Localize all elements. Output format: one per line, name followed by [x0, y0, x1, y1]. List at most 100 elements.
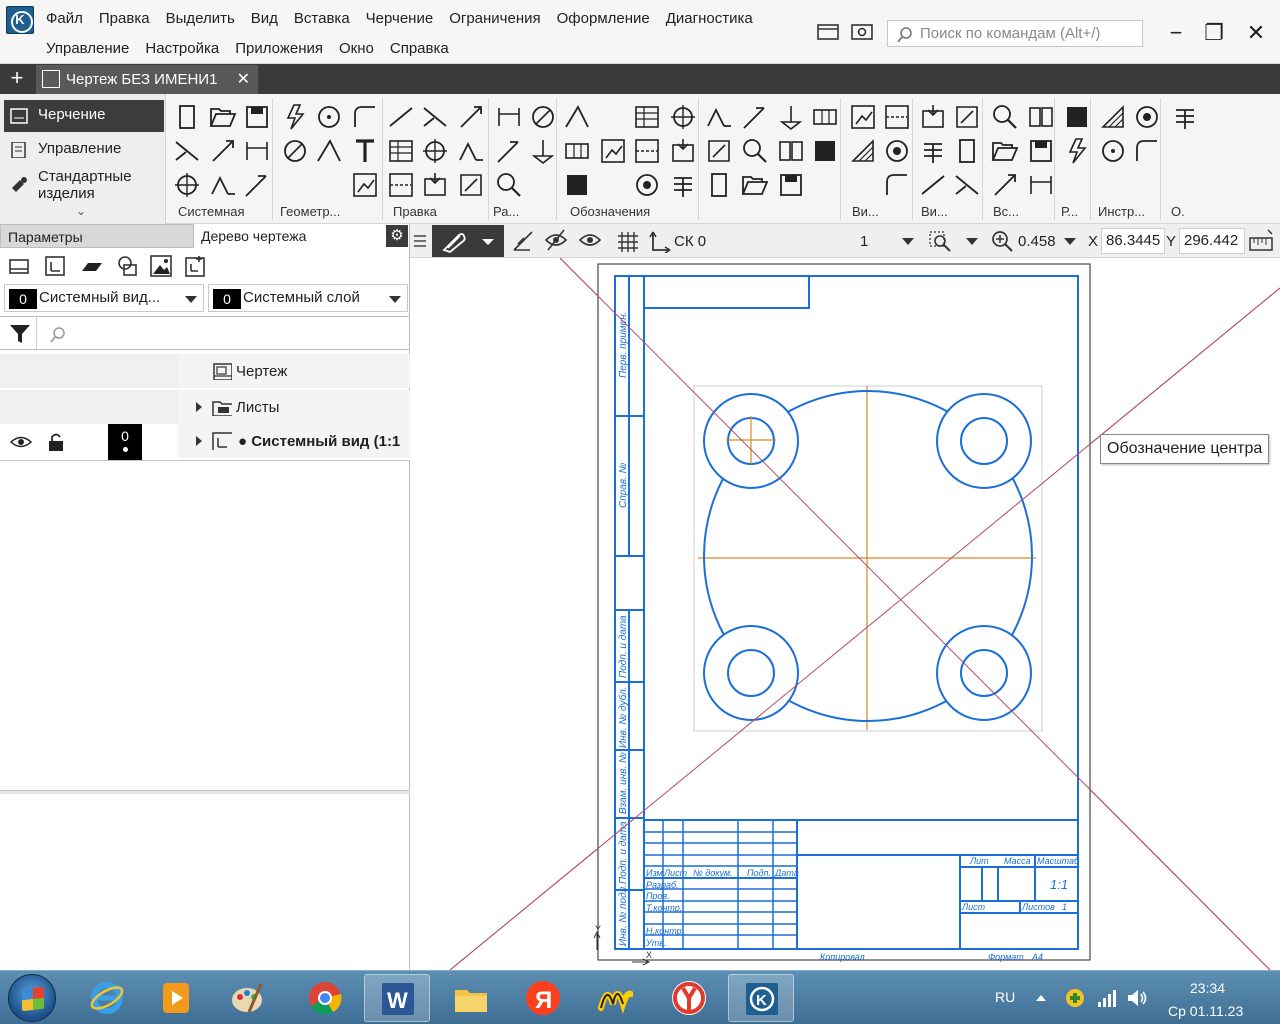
restore-button[interactable]: ❐ [1196, 18, 1232, 48]
tree-search-input[interactable] [70, 321, 400, 345]
fill-icon[interactable] [1098, 102, 1128, 132]
circle-center-icon[interactable] [1098, 136, 1128, 166]
text-icon[interactable] [350, 136, 380, 166]
taskbar-yandex-browser[interactable] [656, 974, 722, 1022]
menu-drafting[interactable]: Черчение [358, 8, 442, 30]
group-label-insert[interactable]: Вс... [993, 204, 1019, 219]
collapse-ribbon-icon[interactable]: ⌄ [76, 204, 86, 218]
show-eye-icon[interactable] [578, 234, 602, 246]
group-label-edit[interactable]: Правка [393, 204, 437, 219]
zoom-frame-icon[interactable] [928, 230, 952, 252]
minimize-button[interactable]: − [1158, 18, 1194, 48]
coordinate-system-icon[interactable] [648, 229, 672, 253]
insert-icon[interactable] [420, 170, 450, 200]
open-folder-icon[interactable] [740, 170, 770, 200]
taskbar-word[interactable]: W [364, 974, 430, 1022]
expand-arrow-icon[interactable] [196, 436, 202, 446]
insert-icon[interactable] [918, 102, 948, 132]
roughness-icon[interactable] [704, 102, 734, 132]
tray-expand-icon[interactable] [1034, 991, 1048, 1003]
save-icon[interactable] [776, 170, 806, 200]
menu-window[interactable]: Окно [331, 38, 382, 60]
close-tab-icon[interactable]: ✕ [237, 69, 250, 89]
view-icon[interactable] [9, 259, 29, 274]
menu-help[interactable]: Справка [382, 38, 457, 60]
visibility-eye-icon[interactable] [10, 434, 32, 450]
leader-icon[interactable] [494, 136, 524, 166]
clock-date[interactable]: Ср 01.11.23 [1168, 1003, 1243, 1019]
center-mark-icon[interactable] [172, 170, 202, 200]
spring-icon[interactable] [918, 136, 948, 166]
tolerance-icon[interactable] [562, 136, 592, 166]
tolerance-icon[interactable] [810, 102, 840, 132]
mode-standard-parts[interactable]: Стандартные изделия [4, 168, 164, 202]
measure-icon[interactable] [494, 170, 524, 200]
start-button[interactable] [8, 974, 56, 1022]
view-icon[interactable] [350, 170, 380, 200]
group-label-r[interactable]: Р... [1061, 204, 1078, 219]
gear-icon[interactable]: ⚙ [386, 225, 408, 247]
snap-toggle-button[interactable] [432, 225, 504, 257]
taskbar-kompas[interactable]: K [728, 974, 794, 1022]
center-mark-icon[interactable] [668, 102, 698, 132]
datum-icon[interactable] [528, 136, 558, 166]
gear-tool-icon[interactable] [1132, 102, 1162, 132]
table-icon[interactable] [632, 102, 662, 132]
group-label-designations[interactable]: Обозначения [570, 204, 650, 219]
measure-icon[interactable] [1248, 228, 1274, 254]
y-coordinate-field[interactable]: 296.442 [1179, 228, 1245, 254]
section-icon[interactable] [386, 170, 416, 200]
gear-tool-icon[interactable] [632, 170, 662, 200]
spring-icon[interactable] [1170, 102, 1200, 132]
block-icon[interactable] [810, 136, 840, 166]
circle-center-icon[interactable] [314, 102, 344, 132]
dimension-icon[interactable] [494, 102, 524, 132]
menu-applications[interactable]: Приложения [227, 38, 331, 60]
lock-icon[interactable] [46, 432, 66, 452]
taskbar-paint[interactable] [214, 974, 280, 1022]
group-label-system[interactable]: Системная [178, 204, 245, 219]
dimension-icon[interactable] [242, 136, 272, 166]
group-label-views[interactable]: Ви... [852, 204, 879, 219]
taskbar-yandex-music[interactable] [582, 974, 648, 1022]
save-icon[interactable] [242, 102, 272, 132]
measure-icon[interactable] [990, 102, 1020, 132]
tree-row-drawing[interactable]: Чертеж [0, 354, 410, 388]
taskbar-internet-explorer[interactable] [74, 974, 140, 1022]
volume-icon[interactable] [1126, 987, 1148, 1009]
fragment-icon[interactable] [704, 136, 734, 166]
view-icon[interactable] [598, 136, 628, 166]
mode-management[interactable]: Управление [4, 134, 164, 166]
menu-edit[interactable]: Правка [91, 8, 158, 30]
menu-constraints[interactable]: Ограничения [441, 8, 548, 30]
panel-layout-icon[interactable] [816, 22, 842, 44]
group-label-tools[interactable]: Инстр... [1098, 204, 1145, 219]
mode-drafting[interactable]: Черчение [4, 100, 164, 132]
panel-toggle-icon[interactable] [412, 232, 428, 250]
fillet-icon[interactable] [882, 170, 912, 200]
leader-icon[interactable] [740, 102, 770, 132]
lightning-icon[interactable] [1062, 136, 1092, 166]
measure-icon[interactable] [740, 136, 770, 166]
image-icon[interactable] [150, 255, 172, 277]
new-document-icon[interactable] [172, 102, 202, 132]
drawing-sheet[interactable]: Перв. примен. Справ. № Подп. и дата Инв.… [410, 258, 1280, 970]
line-icon[interactable] [386, 102, 416, 132]
angle-icon[interactable] [314, 136, 344, 166]
new-document-button[interactable]: + [4, 67, 30, 90]
network-icon[interactable] [1096, 987, 1118, 1009]
taskbar-yandex[interactable]: Я [510, 974, 576, 1022]
fillet-icon[interactable] [1132, 136, 1162, 166]
chevron-down-icon[interactable] [1064, 238, 1076, 245]
zoom-value[interactable]: 0.458 [1018, 233, 1056, 250]
insert-view-icon[interactable] [185, 256, 205, 277]
diameter-icon[interactable] [528, 102, 558, 132]
library-icon[interactable] [1026, 102, 1056, 132]
menu-diagnostics[interactable]: Диагностика [658, 8, 761, 30]
roughness-icon[interactable] [208, 170, 238, 200]
layer-icon[interactable] [82, 263, 102, 271]
taskbar-explorer[interactable] [438, 974, 504, 1022]
group-label-o[interactable]: О. [1171, 204, 1185, 219]
taskbar-chrome[interactable] [292, 974, 358, 1022]
diameter-icon[interactable] [280, 136, 310, 166]
